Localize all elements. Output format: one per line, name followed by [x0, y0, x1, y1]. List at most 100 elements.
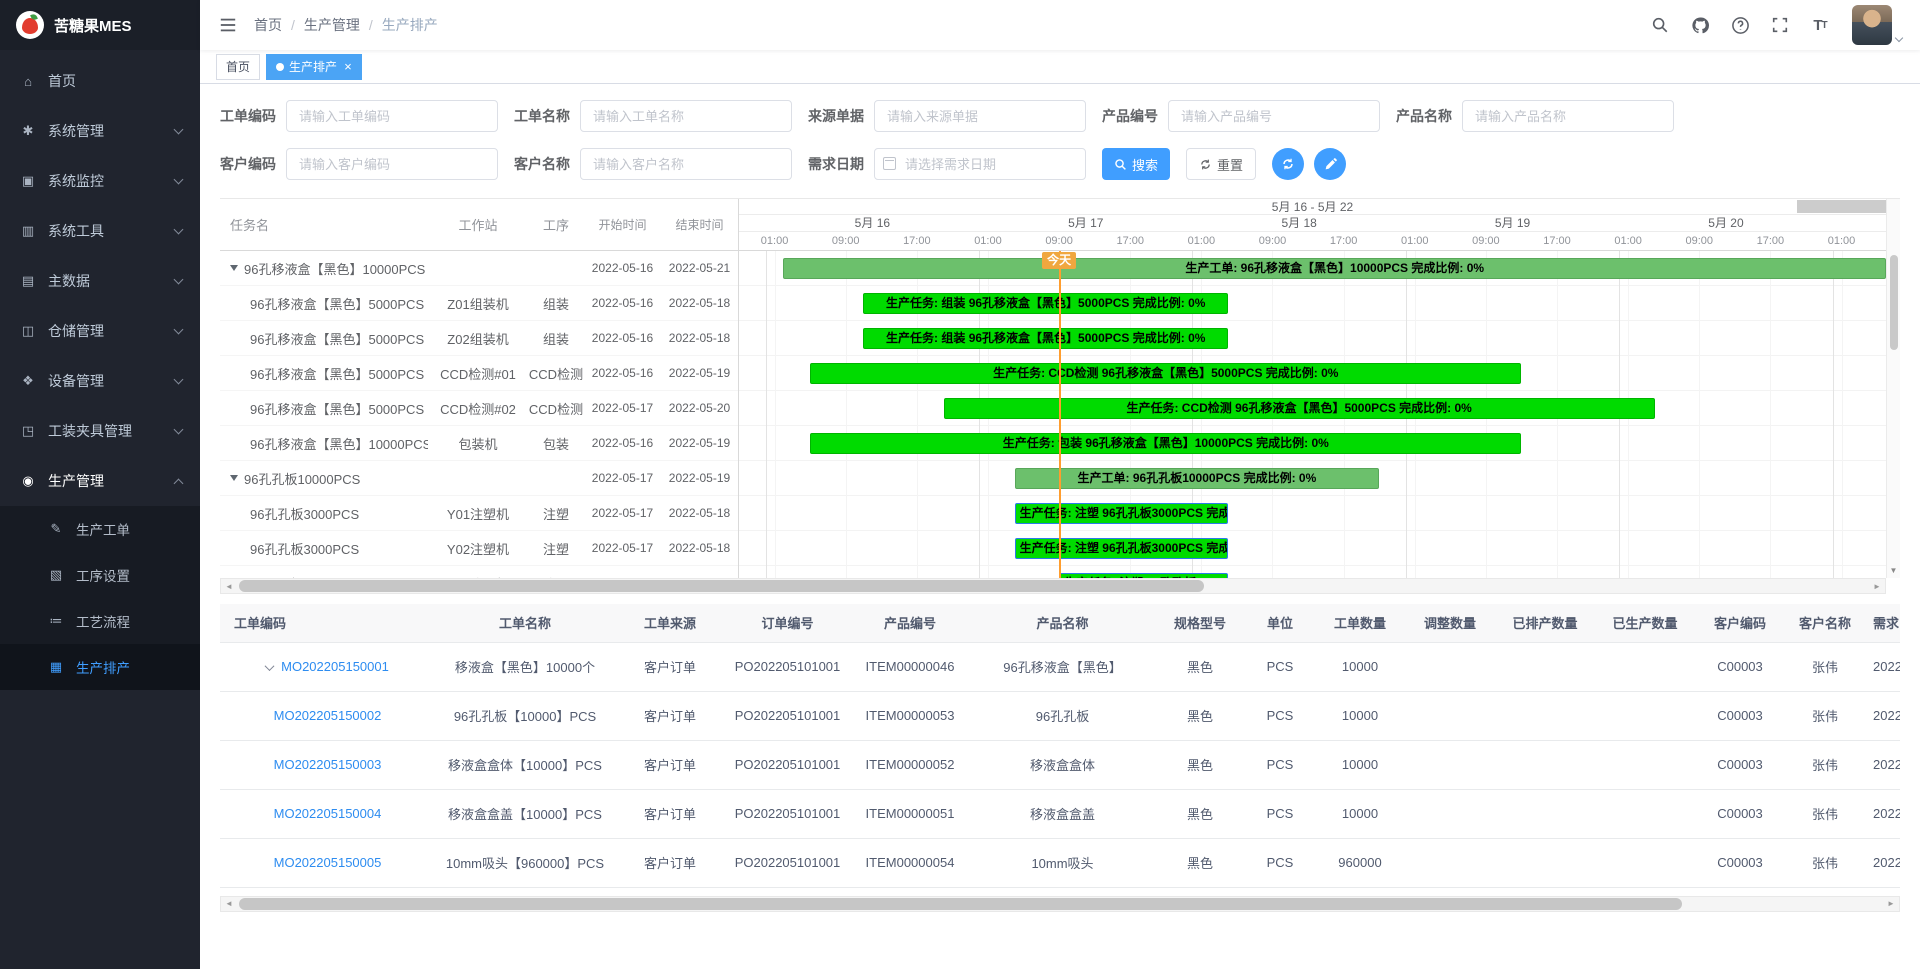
hscroll-thumb[interactable]: [239, 898, 1682, 910]
spec-cell: 黑色: [1155, 838, 1245, 887]
scroll-right-arrow-icon[interactable]: ►: [1883, 899, 1899, 908]
sidebar-item-warehouse[interactable]: ◫仓储管理: [0, 306, 200, 356]
work-order-link[interactable]: MO202205150005: [274, 855, 382, 870]
sidebar-item-fixture[interactable]: ◳工装夹具管理: [0, 406, 200, 456]
timeline-row-stripe: [739, 496, 1886, 531]
scroll-right-arrow-icon[interactable]: ►: [1869, 582, 1885, 591]
sidebar-subitem-workorder[interactable]: ✎生产工单: [0, 506, 200, 552]
breadcrumb-item[interactable]: 生产排产: [382, 15, 438, 35]
gantt-bar[interactable]: 生产任务: 组装 96孔移液盒【黑色】5000PCS 完成比例: 0%: [863, 293, 1228, 314]
edit-circle-button[interactable]: [1314, 148, 1346, 180]
github-icon[interactable]: [1690, 15, 1710, 35]
sidebar-item-monitor[interactable]: ▣系统监控: [0, 156, 200, 206]
tab-close-icon[interactable]: ×: [344, 60, 352, 73]
gantt-task-row[interactable]: 96孔移液盒【黑色】10000PCS2022-05-162022-05-21: [220, 251, 738, 286]
orders-horizontal-scrollbar[interactable]: ◄ ►: [220, 896, 1900, 912]
row-expand-chevron-icon[interactable]: [265, 661, 275, 671]
source-doc-input[interactable]: [874, 100, 1086, 132]
customer-code-input[interactable]: [286, 148, 498, 180]
question-icon[interactable]: [1730, 15, 1750, 35]
sidebar-item-production[interactable]: ◉生产管理: [0, 456, 200, 506]
gantt-bar[interactable]: 生产工单: 96孔移液盒【黑色】10000PCS 完成比例: 0%: [783, 258, 1886, 279]
sidebar-item-tools[interactable]: ▥系统工具: [0, 206, 200, 256]
topbar: 首页/生产管理/生产排产 TT: [200, 0, 1920, 50]
filter-label: 产品编号: [1102, 106, 1158, 126]
gantt-bar[interactable]: 生产任务: CCD检测 96孔移液盒【黑色】5000PCS 完成比例: 0%: [810, 363, 1521, 384]
table-row[interactable]: MO202205150004移液盒盒盖【10000】PCS客户订单PO20220…: [220, 789, 1900, 838]
scroll-left-arrow-icon[interactable]: ◄: [221, 899, 237, 908]
gantt-task-row[interactable]: 96孔孔板3000PCSY02注塑机注塑2022-05-172022-05-18: [220, 531, 738, 566]
gantt-task-row[interactable]: 96孔孔板10000PCS2022-05-172022-05-19: [220, 461, 738, 496]
menu-item-label: 工序设置: [76, 565, 130, 585]
user-menu[interactable]: [1852, 5, 1902, 45]
gantt-task-row[interactable]: 96孔孔板3000PCSY01注塑机注塑2022-05-172022-05-18: [220, 496, 738, 531]
sidebar-subitem-process-flow[interactable]: ≔工艺流程: [0, 598, 200, 644]
gantt-bar[interactable]: 生产任务: 注塑 96孔孔板3000PCS 完成比例: 0%: [1015, 503, 1228, 524]
table-row[interactable]: MO202205150003移液盒盒体【10000】PCS客户订单PO20220…: [220, 740, 1900, 789]
due-date-cell: 2022-05-16: [1865, 740, 1900, 789]
gantt-bar[interactable]: 生产任务: 注塑 96孔孔板3000PCS 完成比例: 0%: [1059, 573, 1228, 578]
gantt-bar[interactable]: 生产任务: 组装 96孔移液盒【黑色】5000PCS 完成比例: 0%: [863, 328, 1228, 349]
hour-label: 01:00: [1401, 232, 1429, 250]
orders-column-header: 规格型号: [1155, 604, 1245, 642]
sidebar-item-equipment[interactable]: ❖设备管理: [0, 356, 200, 406]
work-order-link[interactable]: MO202205150003: [274, 757, 382, 772]
gantt-bar[interactable]: 生产工单: 96孔孔板10000PCS 完成比例: 0%: [1015, 468, 1380, 489]
wo-code-input[interactable]: [286, 100, 498, 132]
product-name-input[interactable]: [1462, 100, 1674, 132]
gantt-bar-label: 生产任务: 注塑 96孔孔板3000PCS 完成比例: 0%: [1016, 504, 1227, 523]
search-button[interactable]: 搜索: [1102, 148, 1170, 180]
wo-name-input[interactable]: [580, 100, 792, 132]
gantt-task-row[interactable]: 96孔移液盒【黑色】5000PCSCCD检测#02CCD检测2022-05-17…: [220, 391, 738, 426]
gantt-bar[interactable]: 生产任务: 包装 96孔移液盒【黑色】10000PCS 完成比例: 0%: [810, 433, 1521, 454]
hour-gridline: [846, 251, 847, 578]
avatar[interactable]: [1852, 5, 1892, 45]
customer-code-input-wrap: [286, 148, 498, 180]
work-order-link[interactable]: MO202205150004: [274, 806, 382, 821]
today-line: [1059, 251, 1061, 578]
device-icon: ❖: [20, 373, 36, 389]
tab-home[interactable]: 首页: [216, 54, 260, 80]
expand-triangle-icon[interactable]: [230, 475, 238, 481]
expand-triangle-icon[interactable]: [230, 265, 238, 271]
refresh-circle-button[interactable]: [1272, 148, 1304, 180]
customer-name-input[interactable]: [580, 148, 792, 180]
breadcrumb-item[interactable]: 生产管理: [304, 15, 360, 35]
gantt-bar[interactable]: 生产任务: 注塑 96孔孔板3000PCS 完成比例: 0%: [1015, 538, 1228, 559]
table-row[interactable]: MO20220515000296孔孔板【10000】PCS客户订单PO20220…: [220, 691, 1900, 740]
sidebar-item-system[interactable]: ✱系统管理: [0, 106, 200, 156]
gantt-task-row[interactable]: 96孔孔板3000PCSY03注塑机注塑2022-05-172022-05-19: [220, 566, 738, 578]
sidebar-subitem-process-setting[interactable]: ▧工序设置: [0, 552, 200, 598]
sidebar-item-masterdata[interactable]: ▤主数据: [0, 256, 200, 306]
work-order-link[interactable]: MO202205150001: [281, 659, 389, 674]
gantt-bar[interactable]: 生产任务: CCD检测 96孔移液盒【黑色】5000PCS 完成比例: 0%: [944, 398, 1655, 419]
due-date-input[interactable]: [874, 148, 1086, 180]
fullscreen-icon[interactable]: [1770, 15, 1790, 35]
sidebar-subitem-scheduling[interactable]: ▦生产排产: [0, 644, 200, 690]
hamburger-icon[interactable]: [218, 15, 238, 35]
work-order-link[interactable]: MO202205150002: [274, 708, 382, 723]
due-date-cell: 2022-05-16: [1865, 691, 1900, 740]
gantt-task-row[interactable]: 96孔移液盒【黑色】5000PCSZ01组装机组装2022-05-162022-…: [220, 286, 738, 321]
reset-button[interactable]: 重置: [1186, 148, 1256, 180]
table-row[interactable]: MO202205150001移液盒【黑色】10000个客户订单PO2022051…: [220, 642, 1900, 691]
tab-scheduling[interactable]: 生产排产×: [266, 54, 362, 80]
gantt-task-row[interactable]: 96孔移液盒【黑色】10000PCS包装机包装2022-05-162022-05…: [220, 426, 738, 461]
search-icon[interactable]: [1650, 15, 1670, 35]
vscroll-thumb[interactable]: [1890, 255, 1898, 350]
scroll-left-arrow-icon[interactable]: ◄: [221, 582, 237, 591]
table-row[interactable]: MO20220515000510mm吸头【960000】PCS客户订单PO202…: [220, 838, 1900, 887]
product-code-input[interactable]: [1168, 100, 1380, 132]
scroll-down-arrow-icon[interactable]: ▼: [1887, 564, 1900, 578]
font-size-icon[interactable]: TT: [1810, 15, 1830, 35]
gantt-horizontal-scrollbar[interactable]: ◄ ►: [220, 578, 1886, 594]
customer-name-cell: 张伟: [1785, 838, 1865, 887]
hscroll-thumb[interactable]: [239, 580, 1204, 592]
breadcrumb: 首页/生产管理/生产排产: [254, 15, 438, 35]
sidebar-item-home[interactable]: ⌂首页: [0, 56, 200, 106]
breadcrumb-item[interactable]: 首页: [254, 15, 282, 35]
gantt-task-row[interactable]: 96孔移液盒【黑色】5000PCSZ02组装机组装2022-05-162022-…: [220, 321, 738, 356]
gantt-task-row[interactable]: 96孔移液盒【黑色】5000PCSCCD检测#01CCD检测2022-05-16…: [220, 356, 738, 391]
app-logo[interactable]: 苦糖果MES: [0, 0, 200, 50]
gantt-vertical-scrollbar[interactable]: ▼: [1886, 199, 1900, 578]
